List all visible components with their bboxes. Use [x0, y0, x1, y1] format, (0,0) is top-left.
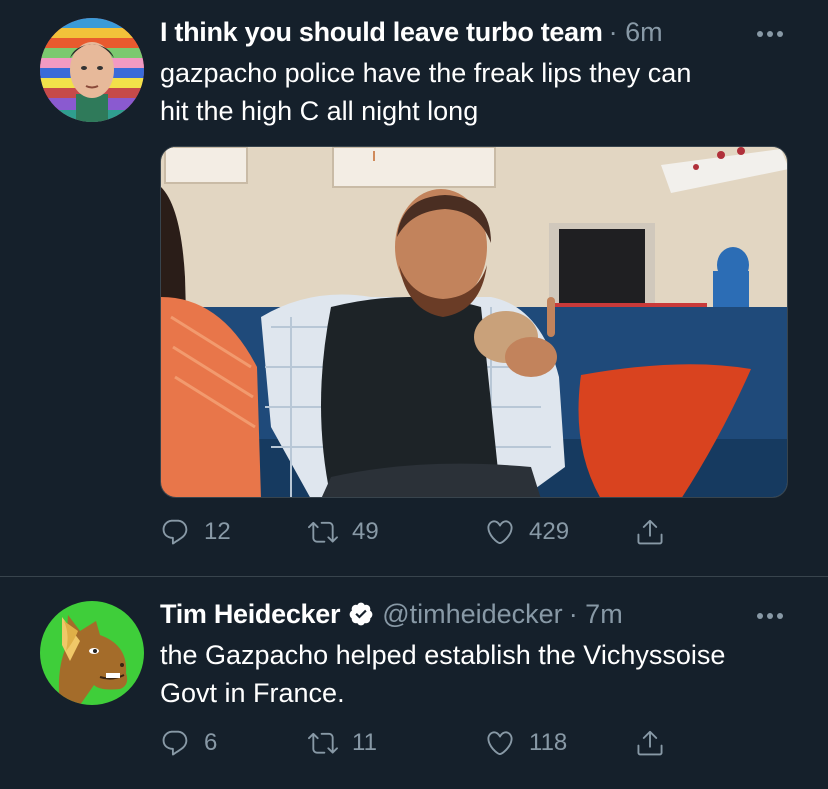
avatar[interactable] [40, 18, 144, 122]
tweet[interactable]: Tim Heidecker @timheidecker · 7m the Gaz… [0, 577, 828, 789]
tweet-actions: 12 49 429 [160, 517, 700, 547]
tweet-actions: 6 11 118 [160, 728, 700, 758]
display-name[interactable]: Tim Heidecker [160, 599, 341, 630]
reply-button[interactable]: 12 [160, 517, 231, 547]
retweet-button[interactable]: 49 [308, 517, 379, 547]
tweet-text: gazpacho police have the freak lips they… [160, 58, 692, 126]
like-icon [487, 520, 513, 545]
like-count: 429 [529, 518, 570, 545]
more-icon[interactable] [752, 606, 788, 626]
avatar[interactable] [40, 601, 144, 705]
more-icon[interactable] [752, 24, 788, 44]
share-button[interactable] [635, 517, 665, 547]
retweet-count: 49 [352, 518, 379, 545]
tweet-image[interactable] [160, 146, 788, 498]
reply-icon [162, 519, 188, 545]
reply-count: 6 [204, 729, 218, 756]
reply-button[interactable]: 6 [160, 728, 217, 758]
retweet-button[interactable]: 11 [308, 728, 377, 758]
handle[interactable]: @timheidecker [382, 599, 562, 630]
tweet-text: the Gazpacho helped establish the Vichys… [160, 640, 726, 708]
share-icon [637, 730, 663, 756]
like-button[interactable]: 118 [485, 728, 567, 758]
tweet-header: Tim Heidecker @timheidecker · 7m [160, 598, 623, 630]
retweet-icon [308, 732, 338, 754]
tweet[interactable]: I think you should leave turbo team · 6m… [0, 0, 828, 576]
retweet-icon [308, 521, 338, 543]
reply-icon [162, 730, 188, 756]
like-button[interactable]: 429 [485, 517, 569, 547]
retweet-count: 11 [352, 729, 377, 756]
reply-count: 12 [204, 518, 231, 545]
timestamp[interactable]: · 6m [609, 17, 663, 48]
share-button[interactable] [635, 728, 665, 758]
share-icon [637, 519, 663, 545]
like-count: 118 [529, 729, 568, 756]
timestamp[interactable]: · 7m [569, 599, 623, 630]
display-name[interactable]: I think you should leave turbo team [160, 17, 603, 48]
tweet-header: I think you should leave turbo team · 6m [160, 16, 663, 48]
verified-icon [348, 601, 374, 627]
like-icon [487, 731, 513, 756]
